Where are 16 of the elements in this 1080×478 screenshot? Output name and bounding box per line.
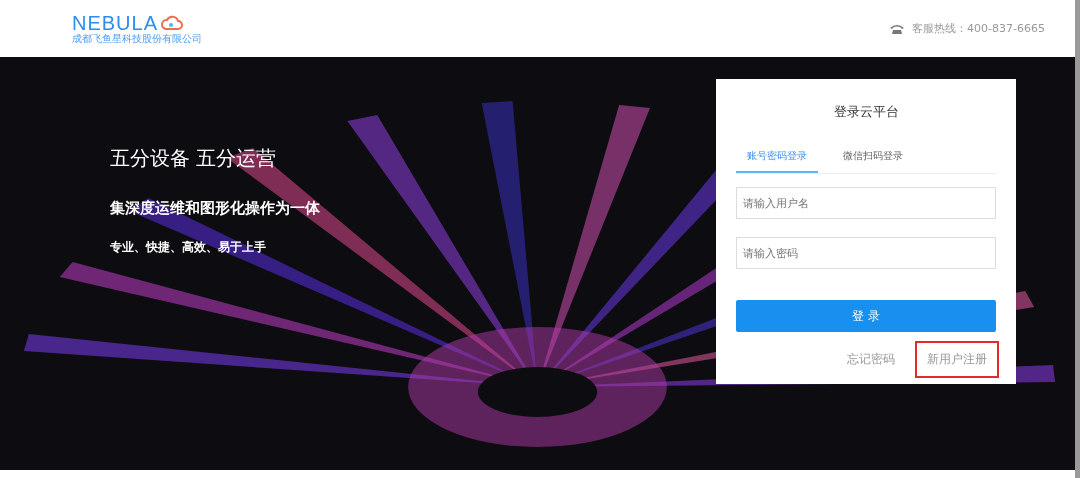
hero-tagline: 专业、快捷、高效、易于上手 <box>110 239 267 256</box>
hotline-text: 客服热线：400-837-6665 <box>912 21 1045 36</box>
hero-subtitle: 集深度运维和图形化操作为一体 <box>110 199 320 218</box>
link[interactable]: 新用户注册 <box>915 341 999 378</box>
input-field[interactable]: 请输入密码 <box>736 237 996 269</box>
login-tab[interactable]: 微信扫码登录 <box>832 143 914 173</box>
input-field[interactable]: 请输入用户名 <box>736 187 996 219</box>
cloud-icon <box>160 14 185 31</box>
hero-title: 五分设备 五分运营 <box>110 145 278 172</box>
company-name: 成都飞鱼星科技股份有限公司 <box>72 32 202 45</box>
link[interactable]: 忘记密码 <box>835 341 907 378</box>
login-tab[interactable]: 账号密码登录 <box>736 143 818 173</box>
login-title: 登录云平台 <box>832 103 900 121</box>
login-button[interactable]: 登 录 <box>736 300 996 332</box>
logo-text: NEBULA <box>72 12 159 33</box>
phone-icon <box>890 23 905 34</box>
